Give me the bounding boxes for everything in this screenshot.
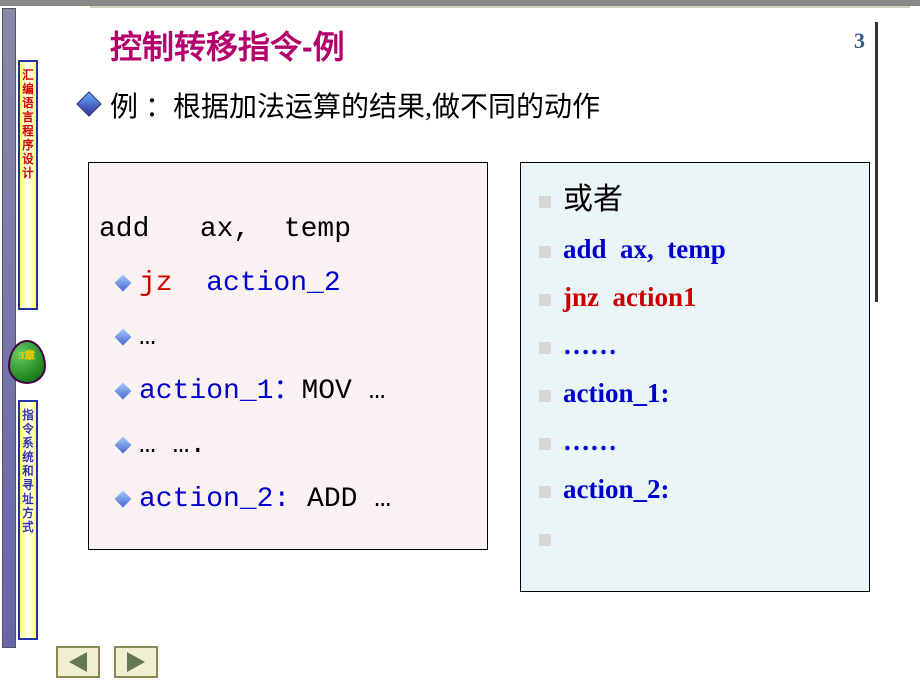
sidebar-top-text: 汇编语言程序设计 xyxy=(20,68,35,180)
square-bullet-icon xyxy=(539,294,551,306)
diamond-bullet-icon xyxy=(115,274,132,291)
chapter-badge: 3章 xyxy=(8,340,46,384)
diamond-bullet-icon xyxy=(115,490,132,507)
example-heading: 例 ：根据加法运算的结果,做不同的动作 xyxy=(110,85,600,125)
code-line: add ax, temp xyxy=(99,203,477,257)
code-line: action_2: xyxy=(531,465,859,513)
diamond-bullet-icon xyxy=(115,436,132,453)
diamond-bullet-icon xyxy=(115,382,132,399)
code-box-left: add ax, temp jz action_2 … action_1：MOV … xyxy=(88,162,488,550)
code-line: jnz action1 xyxy=(531,273,859,321)
prev-button[interactable] xyxy=(56,646,100,678)
square-bullet-icon xyxy=(539,342,551,354)
code-line: action_1：MOV … xyxy=(99,365,477,419)
top-divider xyxy=(90,6,910,8)
sidebar-label-bottom: 指令系统和寻址方式 xyxy=(18,400,38,640)
square-bullet-icon xyxy=(539,196,551,208)
chapter-text: 3章 xyxy=(19,350,36,362)
code-line: action_2: ADD … xyxy=(99,473,477,527)
sidebar-label-top: 汇编语言程序设计 xyxy=(18,60,38,310)
code-box-right: 或者 add ax, temp jnz action1 …… action_1:… xyxy=(520,162,870,592)
diamond-bullet-icon xyxy=(115,328,132,345)
triangle-right-icon xyxy=(127,652,145,672)
square-bullet-icon xyxy=(539,486,551,498)
code-line: … …. xyxy=(99,419,477,473)
square-bullet-icon xyxy=(539,390,551,402)
code-line: … xyxy=(99,311,477,365)
code-line: …… xyxy=(531,321,859,369)
code-line-empty xyxy=(531,513,859,561)
code-line: jz action_2 xyxy=(99,257,477,311)
triangle-left-icon xyxy=(69,652,87,672)
sidebar-bottom-text: 指令系统和寻址方式 xyxy=(20,408,35,534)
accent-bar xyxy=(875,22,878,302)
right-heading: 或者 xyxy=(531,175,859,225)
window-decoration-bar xyxy=(2,8,16,648)
code-line: action_1: xyxy=(531,369,859,417)
code-line: add ax, temp xyxy=(531,225,859,273)
slide-title: 控制转移指令-例 xyxy=(110,22,345,68)
code-line: …… xyxy=(531,417,859,465)
square-bullet-icon xyxy=(539,246,551,258)
next-button[interactable] xyxy=(114,646,158,678)
slide-number: 3 xyxy=(854,28,865,54)
diamond-bullet-icon xyxy=(76,91,101,116)
square-bullet-icon xyxy=(539,534,551,546)
square-bullet-icon xyxy=(539,438,551,450)
